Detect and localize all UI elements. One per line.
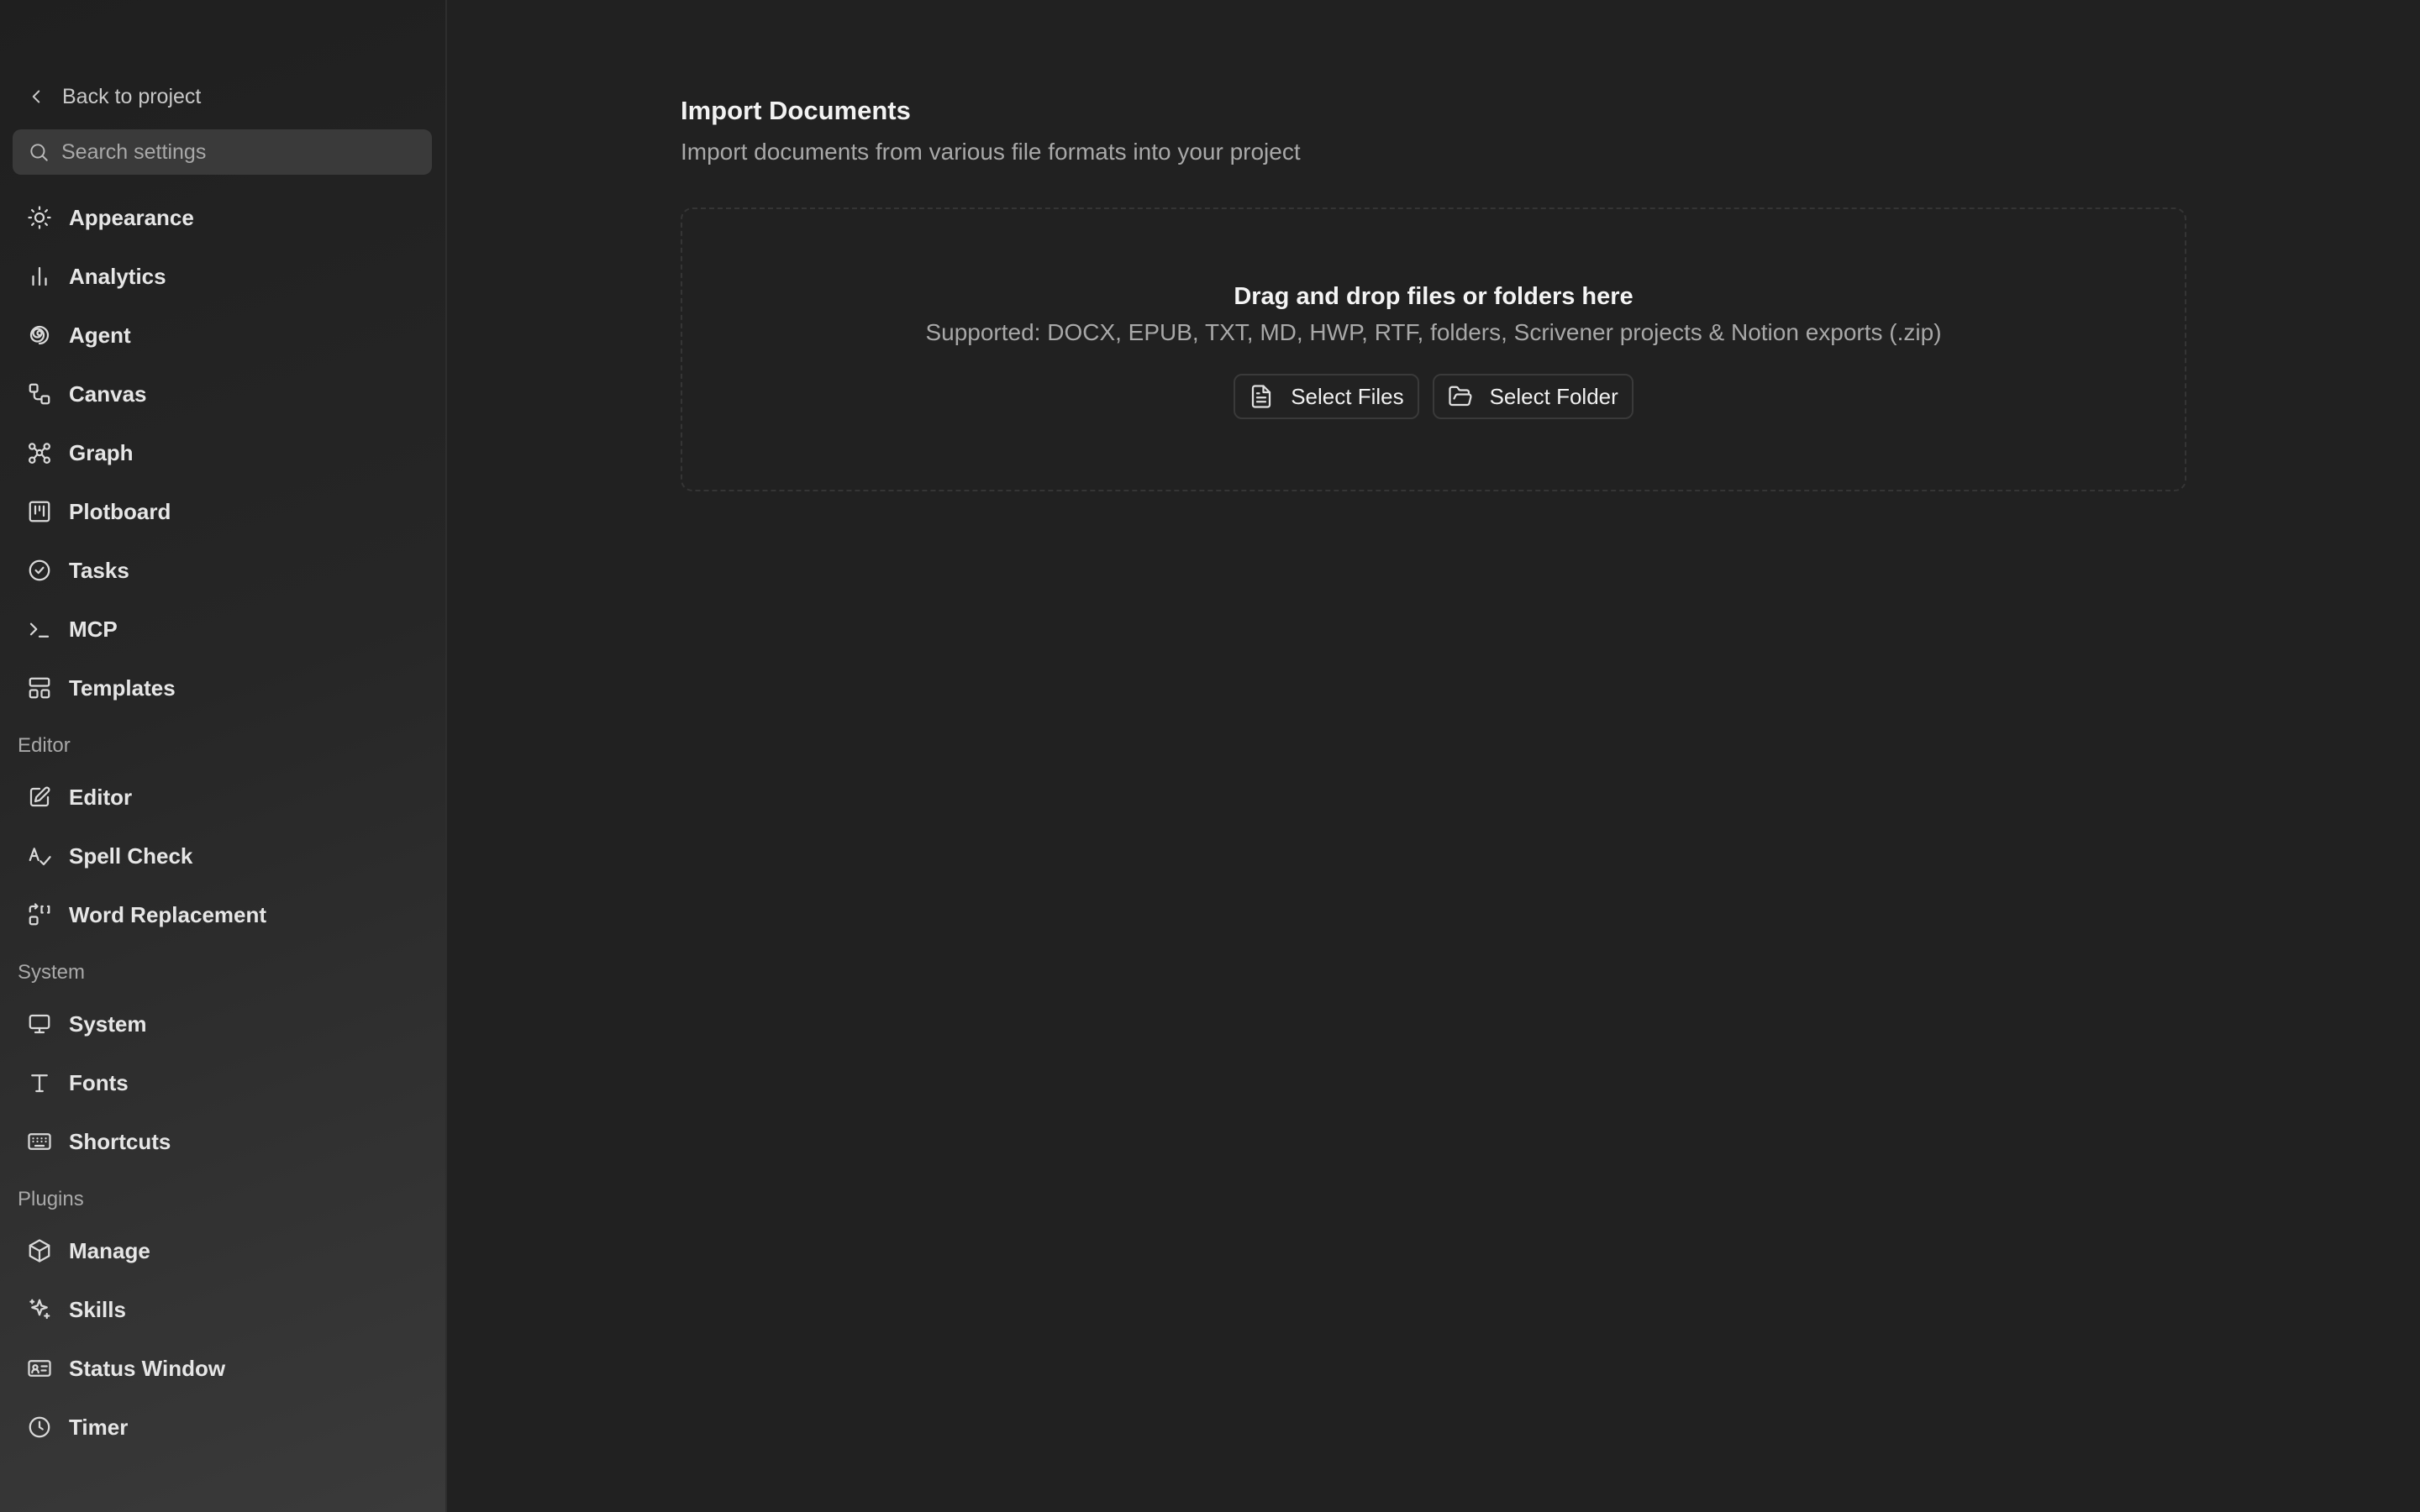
- clock-icon: [29, 1416, 50, 1438]
- select-files-label: Select Files: [1291, 383, 1404, 409]
- sidebar-item-plotboard[interactable]: Plotboard: [0, 482, 445, 541]
- workflow-icon: [29, 383, 50, 405]
- sidebar-item-label: Fonts: [69, 1069, 129, 1095]
- nav-group-editor: Editor Editor Spell Check Word Replaceme…: [0, 729, 445, 944]
- sun-icon: [28, 206, 51, 229]
- group-label-plugins: Plugins: [18, 1188, 84, 1210]
- back-to-project-link[interactable]: Back to project: [0, 79, 445, 114]
- dropzone-supported-formats: Supported: DOCX, EPUB, TXT, MD, HWP, RTF…: [925, 319, 1942, 345]
- sidebar-item-label: Timer: [69, 1414, 129, 1440]
- replace-icon: [29, 903, 50, 926]
- sidebar-item-editor[interactable]: Editor: [0, 768, 445, 827]
- sidebar-item-label: Spell Check: [69, 843, 193, 869]
- settings-app: Back to project Appearance Analytics Age…: [0, 0, 2420, 1512]
- keyboard-icon: [28, 1133, 51, 1150]
- sparkles-icon: [29, 1299, 50, 1320]
- chevron-left-icon: [32, 90, 40, 103]
- select-files-button[interactable]: Select Files: [1234, 374, 1419, 419]
- import-documents-panel: Import Documents Import documents from v…: [445, 0, 2420, 1512]
- sidebar-item-label: Editor: [69, 784, 133, 810]
- spiral-icon: [29, 325, 50, 345]
- nav-group-plugins: Plugins Manage Skills Status Window Time…: [0, 1183, 445, 1457]
- sidebar-item-label: Status Window: [69, 1355, 226, 1381]
- sidebar-item-status-window[interactable]: Status Window: [0, 1339, 445, 1398]
- graph-icon: [29, 443, 50, 464]
- search-settings-box[interactable]: [13, 129, 432, 175]
- spell-check-icon: [29, 848, 51, 866]
- sidebar-item-graph[interactable]: Graph: [0, 423, 445, 482]
- sidebar-item-word-replacement[interactable]: Word Replacement: [0, 885, 445, 944]
- sidebar-item-label: Shortcuts: [69, 1128, 171, 1154]
- type-icon: [31, 1074, 48, 1093]
- sidebar-item-label: System: [69, 1011, 147, 1037]
- sidebar-item-timer[interactable]: Timer: [0, 1398, 445, 1457]
- nav-group-system: System System Fonts Shortcuts: [0, 956, 445, 1171]
- folder-open-icon: [1448, 386, 1472, 407]
- sidebar-item-templates[interactable]: Templates: [0, 659, 445, 717]
- settings-sidebar: Back to project Appearance Analytics Age…: [0, 0, 445, 1512]
- page-subtitle: Import documents from various file forma…: [681, 139, 1301, 165]
- back-to-project-label: Back to project: [62, 84, 202, 108]
- sidebar-item-tasks[interactable]: Tasks: [0, 541, 445, 600]
- file-dropzone[interactable]: Drag and drop files or folders here Supp…: [681, 207, 2186, 491]
- sidebar-item-label: Graph: [69, 439, 134, 465]
- package-icon: [29, 1239, 50, 1263]
- sidebar-item-label: Plotboard: [69, 498, 171, 524]
- group-label-editor: Editor: [18, 734, 71, 757]
- sidebar-item-analytics[interactable]: Analytics: [0, 247, 445, 306]
- search-icon: [30, 144, 48, 161]
- layout-icon: [29, 677, 50, 699]
- sidebar-item-label: Appearance: [69, 204, 194, 230]
- sidebar-item-label: Word Replacement: [69, 901, 267, 927]
- terminal-icon: [29, 622, 50, 638]
- nav-group-general: Appearance Analytics Agent Canvas Graph …: [0, 188, 445, 717]
- sidebar-item-fonts[interactable]: Fonts: [0, 1053, 445, 1112]
- kanban-icon: [29, 501, 50, 522]
- sidebar-item-label: Analytics: [69, 263, 166, 289]
- sidebar-item-label: Skills: [69, 1296, 126, 1322]
- bar-chart-icon: [32, 266, 47, 286]
- id-card-icon: [28, 1360, 51, 1377]
- sidebar-item-appearance[interactable]: Appearance: [0, 188, 445, 247]
- sidebar-item-label: Canvas: [69, 381, 147, 407]
- sidebar-item-skills[interactable]: Skills: [0, 1280, 445, 1339]
- file-text-icon: [1252, 385, 1271, 408]
- select-folder-label: Select Folder: [1489, 383, 1618, 409]
- sidebar-item-manage[interactable]: Manage: [0, 1221, 445, 1280]
- sidebar-item-mcp[interactable]: MCP: [0, 600, 445, 659]
- sidebar-item-canvas[interactable]: Canvas: [0, 365, 445, 423]
- sidebar-item-label: Agent: [69, 322, 131, 348]
- sidebar-item-system[interactable]: System: [0, 995, 445, 1053]
- check-circle-icon: [29, 559, 50, 581]
- sidebar-item-label: Templates: [69, 675, 176, 701]
- edit-icon: [29, 786, 50, 807]
- sidebar-item-label: Tasks: [69, 557, 129, 583]
- sidebar-item-shortcuts[interactable]: Shortcuts: [0, 1112, 445, 1171]
- dropzone-buttons: Select Files Select Folder: [682, 374, 2185, 419]
- group-label-system: System: [18, 961, 86, 984]
- sidebar-item-label: MCP: [69, 616, 118, 642]
- sidebar-item-spell-check[interactable]: Spell Check: [0, 827, 445, 885]
- search-settings-input[interactable]: [60, 139, 432, 165]
- monitor-icon: [29, 1014, 50, 1034]
- select-folder-button[interactable]: Select Folder: [1432, 374, 1634, 419]
- page-title: Import Documents: [681, 96, 911, 125]
- sidebar-item-label: Manage: [69, 1237, 150, 1263]
- dropzone-title: Drag and drop files or folders here: [1234, 283, 1634, 310]
- sidebar-item-agent[interactable]: Agent: [0, 306, 445, 365]
